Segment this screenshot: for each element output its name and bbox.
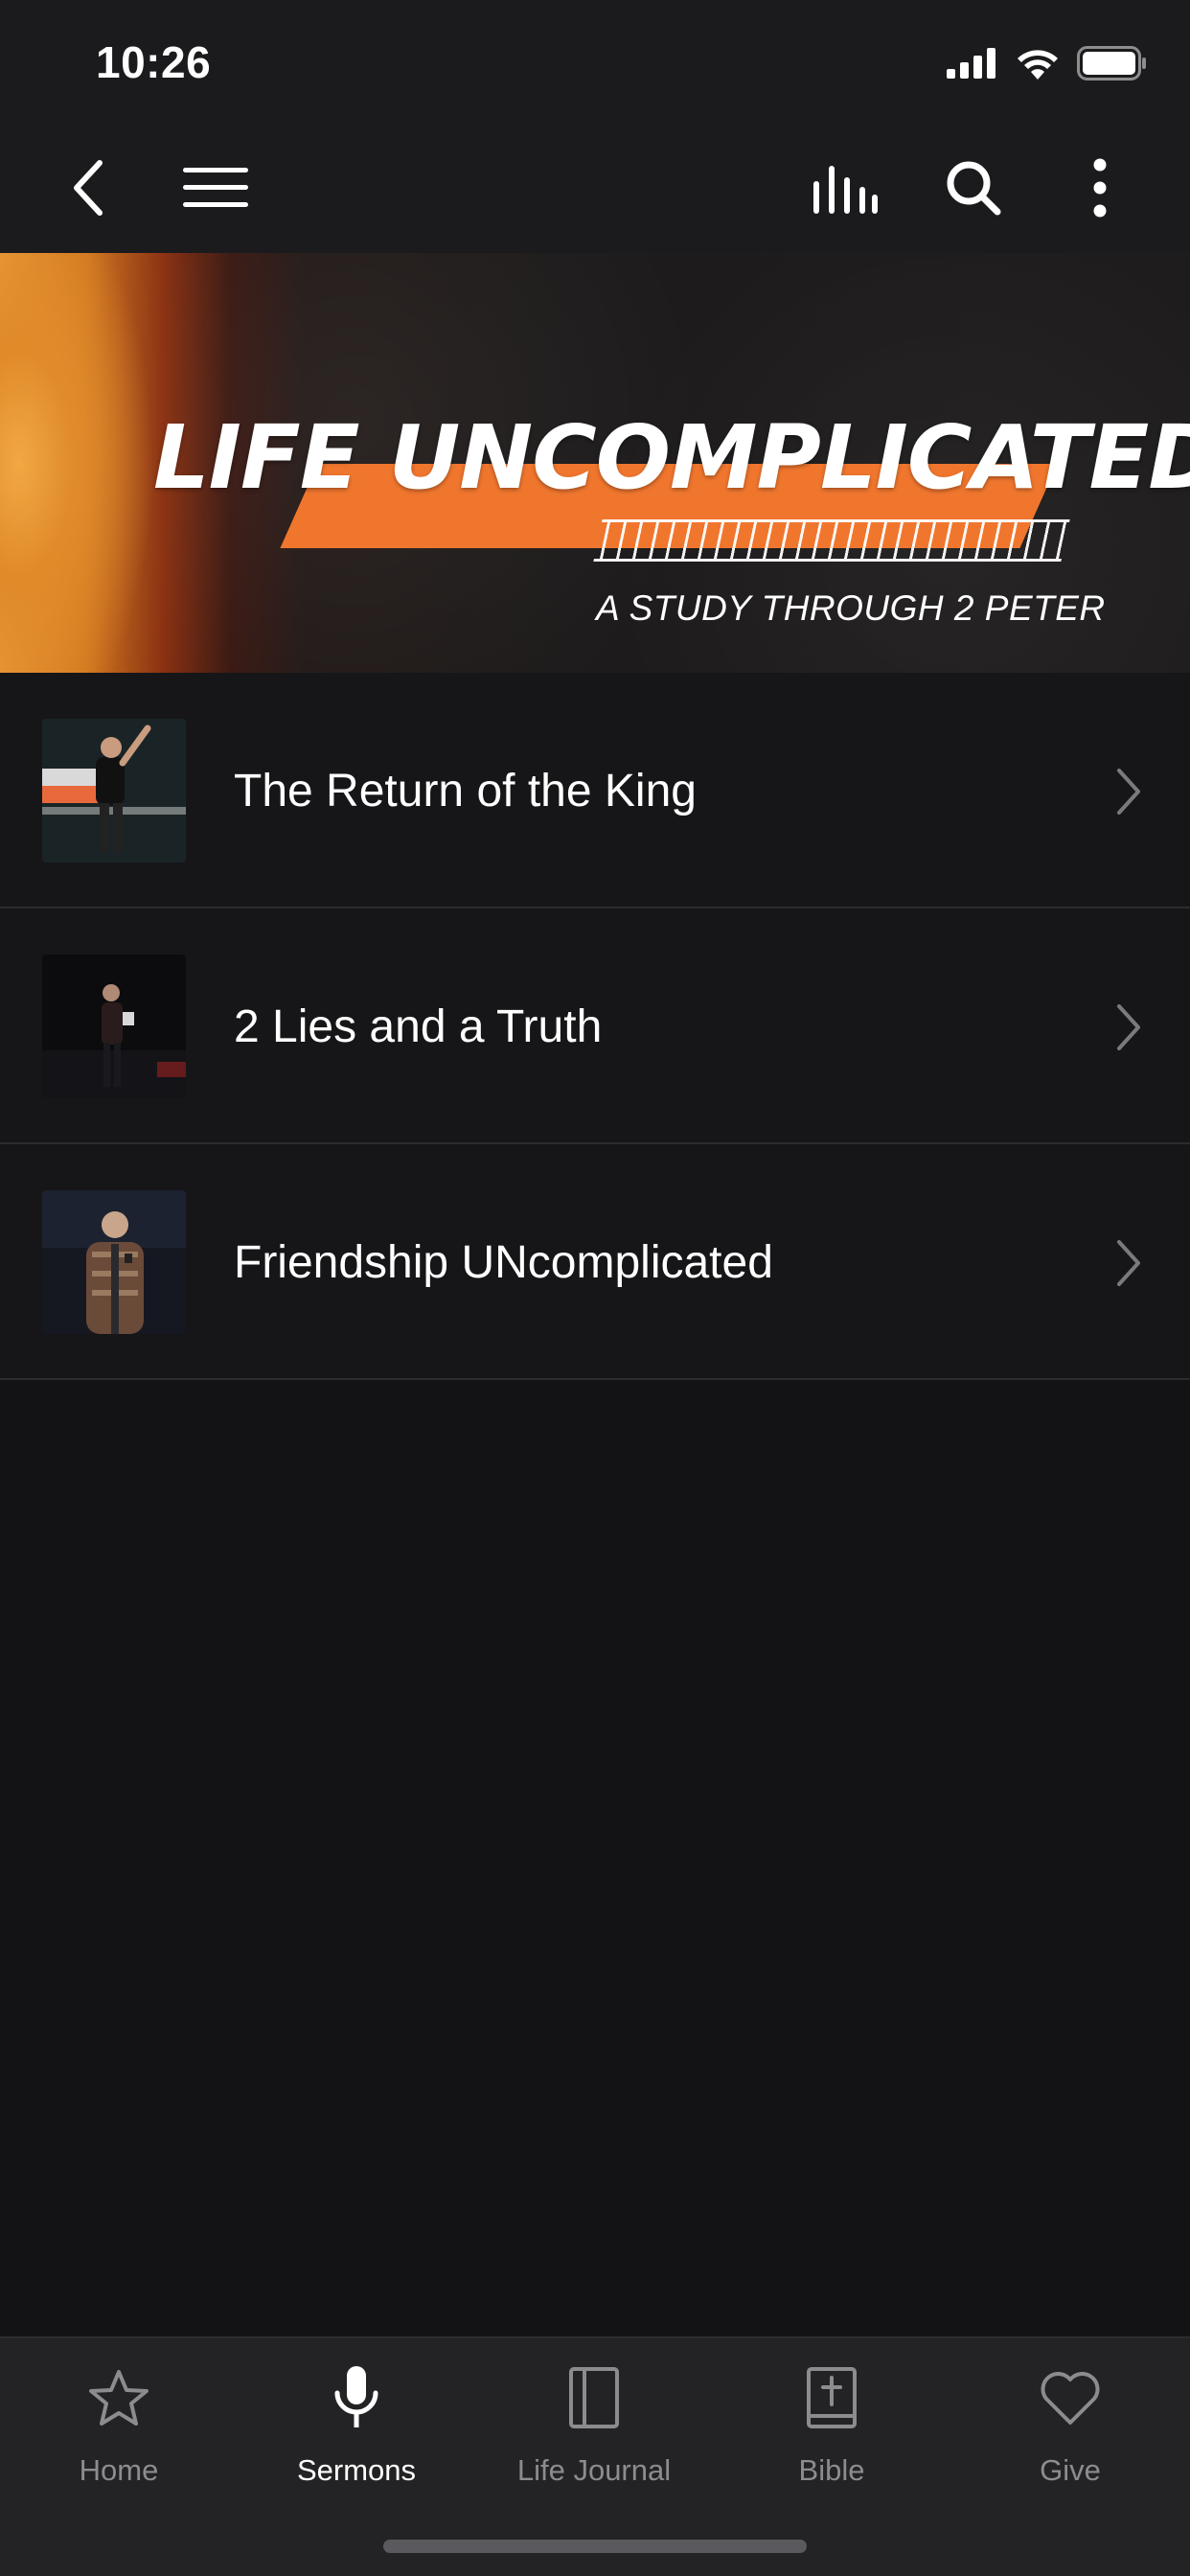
series-subtitle: A STUDY THROUGH 2 PETER — [596, 588, 1106, 628]
list-item[interactable]: Friendship UNcomplicated — [0, 1144, 1190, 1380]
tab-label: Give — [1040, 2453, 1101, 2487]
audio-button[interactable] — [811, 155, 880, 224]
menu-button[interactable] — [182, 155, 249, 224]
audio-bars-icon — [812, 162, 879, 218]
chevron-right-icon — [1110, 1236, 1148, 1290]
sermon-title: The Return of the King — [234, 766, 697, 816]
sermon-title: Friendship UNcomplicated — [234, 1237, 773, 1288]
star-icon — [80, 2359, 157, 2436]
list-item[interactable]: 2 Lies and a Truth — [0, 908, 1190, 1144]
series-banner: LIFE UNCOMPLICATED A STUDY THROUGH 2 PET… — [0, 253, 1190, 673]
tab-sermons[interactable]: Sermons — [238, 2359, 475, 2513]
series-title: LIFE UNCOMPLICATED — [153, 406, 1190, 509]
bible-icon — [793, 2359, 870, 2436]
chevron-right-icon — [1110, 1000, 1148, 1054]
tab-label: Home — [79, 2453, 159, 2487]
screen: 10:26 LIFE UNCOMPLICATED A STUDY THROUGH… — [0, 0, 1190, 2576]
sermon-thumbnail — [42, 719, 186, 862]
search-icon — [945, 159, 1002, 221]
sermon-thumbnail — [42, 954, 186, 1098]
tab-home[interactable]: Home — [0, 2359, 238, 2513]
tab-label: Life Journal — [516, 2453, 672, 2487]
back-icon — [69, 159, 107, 221]
tab-bible[interactable]: Bible — [713, 2359, 950, 2513]
chevron-right-icon — [1110, 765, 1148, 818]
status-time: 10:26 — [96, 37, 212, 87]
home-indicator — [383, 2540, 807, 2553]
more-vertical-icon — [1092, 158, 1108, 222]
sermon-title: 2 Lies and a Truth — [234, 1001, 603, 1052]
heart-icon — [1032, 2359, 1109, 2436]
status-bar: 10:26 — [0, 0, 1190, 126]
top-nav — [0, 126, 1190, 253]
tab-life-journal[interactable]: Life Journal — [475, 2359, 713, 2513]
cellular-signal-icon — [947, 48, 998, 83]
battery-icon — [1077, 46, 1148, 85]
sermon-list: The Return of the King 2 Lies and a Trut… — [0, 673, 1190, 1380]
banner-hatch-pattern — [593, 519, 1070, 562]
microphone-icon — [318, 2359, 395, 2436]
search-button[interactable] — [939, 155, 1008, 224]
status-icons — [947, 46, 1148, 85]
sermon-thumbnail — [42, 1190, 186, 1334]
menu-icon — [183, 166, 248, 215]
more-button[interactable] — [1065, 155, 1134, 224]
wifi-icon — [1016, 47, 1060, 84]
tab-give[interactable]: Give — [950, 2359, 1190, 2513]
list-item[interactable]: The Return of the King — [0, 673, 1190, 908]
tab-label: Bible — [798, 2453, 865, 2487]
tab-label: Sermons — [296, 2453, 417, 2487]
journal-icon — [556, 2359, 632, 2436]
back-button[interactable] — [54, 155, 123, 224]
